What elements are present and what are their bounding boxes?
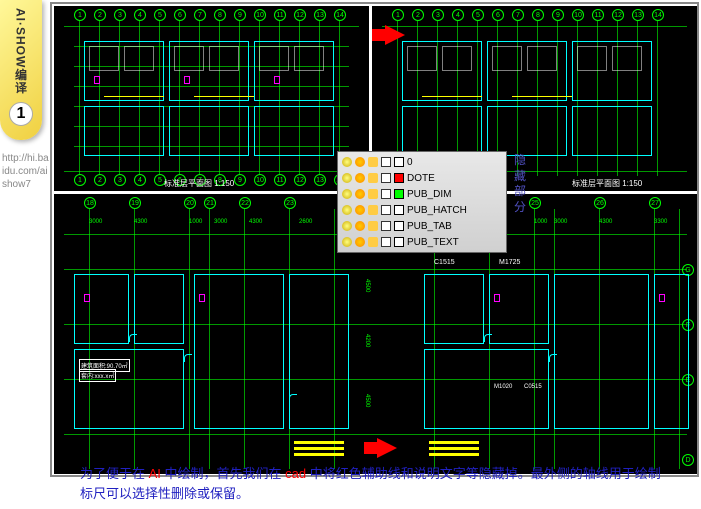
color-swatch[interactable] <box>394 237 404 247</box>
layer-name: 0 <box>407 157 502 168</box>
lightbulb-icon[interactable] <box>342 173 352 183</box>
drawing-title: 标准层平面图 1:150 <box>164 178 234 189</box>
checkbox[interactable] <box>381 173 391 183</box>
checkbox[interactable] <box>381 189 391 199</box>
layer-row[interactable]: 0 <box>340 154 504 170</box>
main-canvas: 1234567891011121314 1234567891011121314 … <box>50 2 699 477</box>
checkbox[interactable] <box>381 237 391 247</box>
sun-icon[interactable] <box>355 221 365 231</box>
red-arrow-head-icon <box>385 25 405 45</box>
red-arrow-head-icon <box>377 438 397 458</box>
lightbulb-icon[interactable] <box>342 189 352 199</box>
layer-row[interactable]: PUB_HATCH <box>340 202 504 218</box>
lightbulb-icon[interactable] <box>342 221 352 231</box>
lock-icon[interactable] <box>368 173 378 183</box>
color-swatch[interactable] <box>394 205 404 215</box>
layer-row[interactable]: PUB_DIM <box>340 186 504 202</box>
lock-icon[interactable] <box>368 189 378 199</box>
lightbulb-icon[interactable] <box>342 205 352 215</box>
checkbox[interactable] <box>381 157 391 167</box>
step-number: 1 <box>9 102 33 126</box>
layer-name: PUB_TAB <box>407 221 502 232</box>
checkbox[interactable] <box>381 205 391 215</box>
badge-title: AI·SHOW编译 <box>13 8 30 94</box>
layer-name: DOTE <box>407 173 502 184</box>
layer-row[interactable]: PUB_TEXT <box>340 234 504 250</box>
cad-view-top-left[interactable]: 1234567891011121314 1234567891011121314 … <box>54 6 369 191</box>
lock-icon[interactable] <box>368 221 378 231</box>
sun-icon[interactable] <box>355 189 365 199</box>
lightbulb-icon[interactable] <box>342 237 352 247</box>
color-swatch[interactable] <box>394 157 404 167</box>
sun-icon[interactable] <box>355 157 365 167</box>
layer-panel[interactable]: 0 DOTE PUB_DIM PUB_HATCH PUB_TAB PUB_TEX… <box>337 151 507 253</box>
source-url: http://hi.baidu.com/aishow7 <box>0 152 50 191</box>
sun-icon[interactable] <box>355 237 365 247</box>
layer-name: PUB_TEXT <box>407 237 502 248</box>
tutorial-badge: AI·SHOW编译 1 <box>0 0 42 140</box>
caption-text: 为了便于在 AI 中绘制，首先我们在 cad 中将红色辅助线和说明文字等隐藏掉。… <box>50 460 697 507</box>
lock-icon[interactable] <box>368 237 378 247</box>
lock-icon[interactable] <box>368 205 378 215</box>
sun-icon[interactable] <box>355 205 365 215</box>
lock-icon[interactable] <box>368 157 378 167</box>
layer-name: PUB_DIM <box>407 189 502 200</box>
sun-icon[interactable] <box>355 173 365 183</box>
color-swatch[interactable] <box>394 173 404 183</box>
layer-row[interactable]: PUB_TAB <box>340 218 504 234</box>
axis-marker: 1 <box>74 9 86 21</box>
color-swatch[interactable] <box>394 189 404 199</box>
sidebar: AI·SHOW编译 1 http://hi.baidu.com/aishow7 <box>0 0 50 200</box>
lightbulb-icon[interactable] <box>342 157 352 167</box>
layer-row[interactable]: DOTE <box>340 170 504 186</box>
color-swatch[interactable] <box>394 221 404 231</box>
annotation-label: 隐藏部分 <box>512 153 528 215</box>
layer-name: PUB_HATCH <box>407 205 502 216</box>
checkbox[interactable] <box>381 221 391 231</box>
